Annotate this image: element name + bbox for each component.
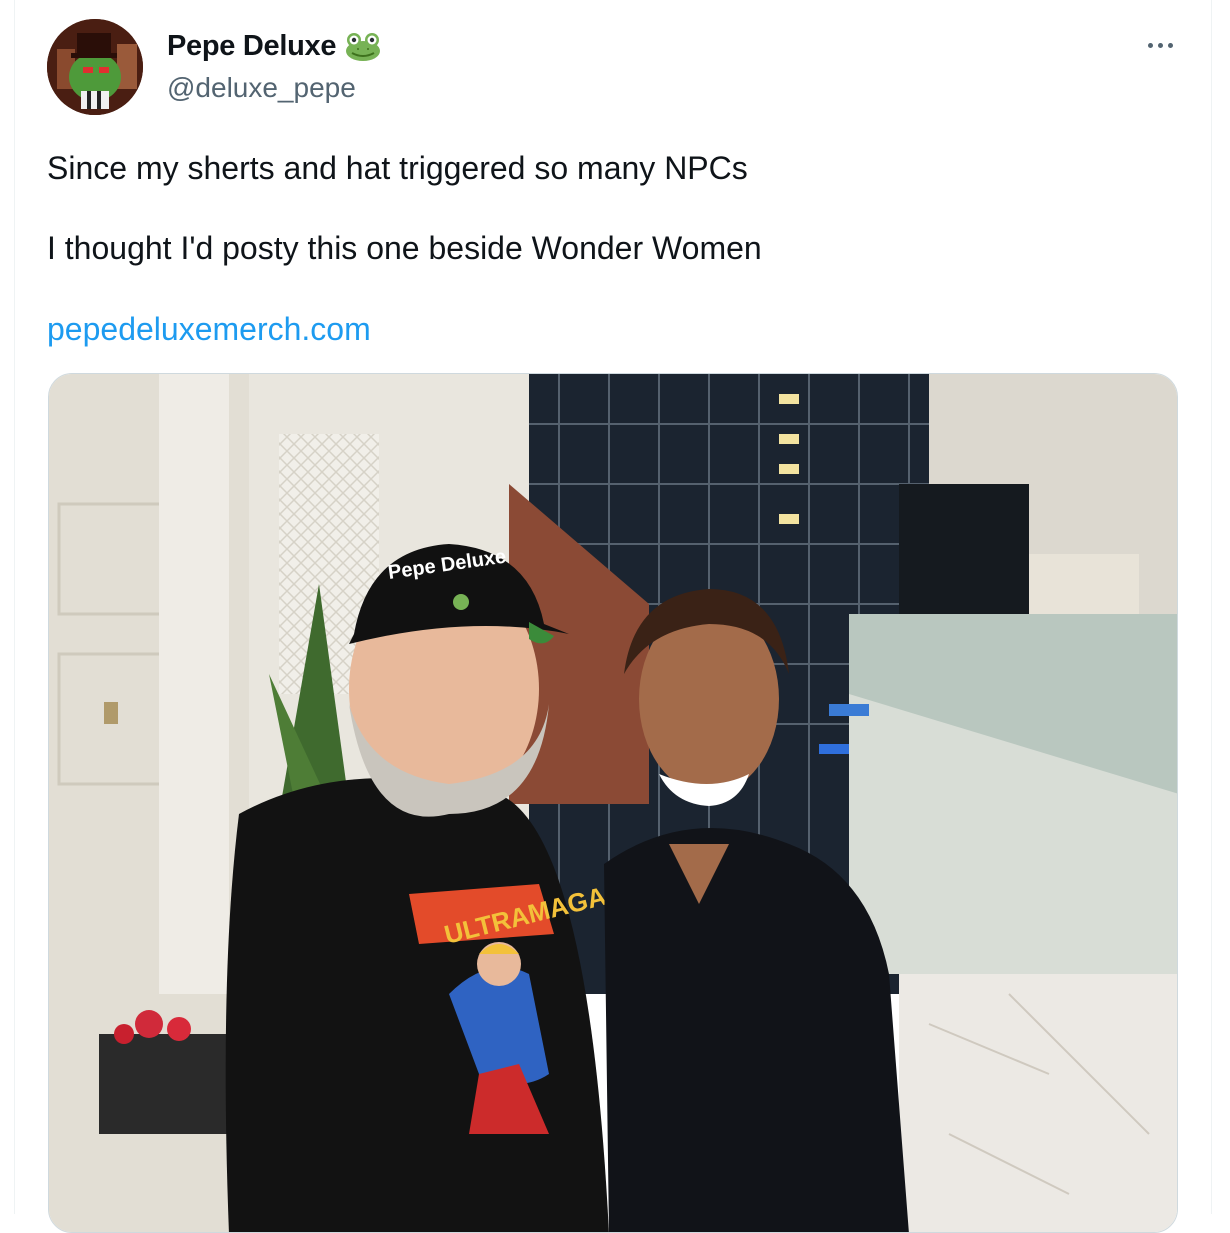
frog-face-icon [346, 32, 381, 61]
author-handle[interactable]: @deluxe_pepe [167, 72, 356, 104]
tweet-photo[interactable]: Pepe Deluxe ULTRAMAGA [48, 373, 1178, 1233]
pepe-frog-avatar-icon [47, 19, 143, 115]
author-avatar[interactable] [47, 19, 143, 115]
more-dot [1147, 42, 1153, 48]
more-dot [1157, 42, 1163, 48]
more-dot [1167, 42, 1173, 48]
author-display-name[interactable]: Pepe Deluxe [167, 30, 336, 63]
author-name-row: Pepe Deluxe [167, 30, 382, 63]
photo-illustration: Pepe Deluxe ULTRAMAGA [49, 374, 1177, 1232]
tweet-link[interactable]: pepedeluxemerch.com [47, 311, 371, 348]
tweet-text-line: Since my sherts and hat triggered so man… [47, 150, 748, 186]
tweet-text-line: I thought I'd posty this one beside Wond… [47, 230, 762, 266]
more-options-icon[interactable] [1140, 30, 1180, 60]
